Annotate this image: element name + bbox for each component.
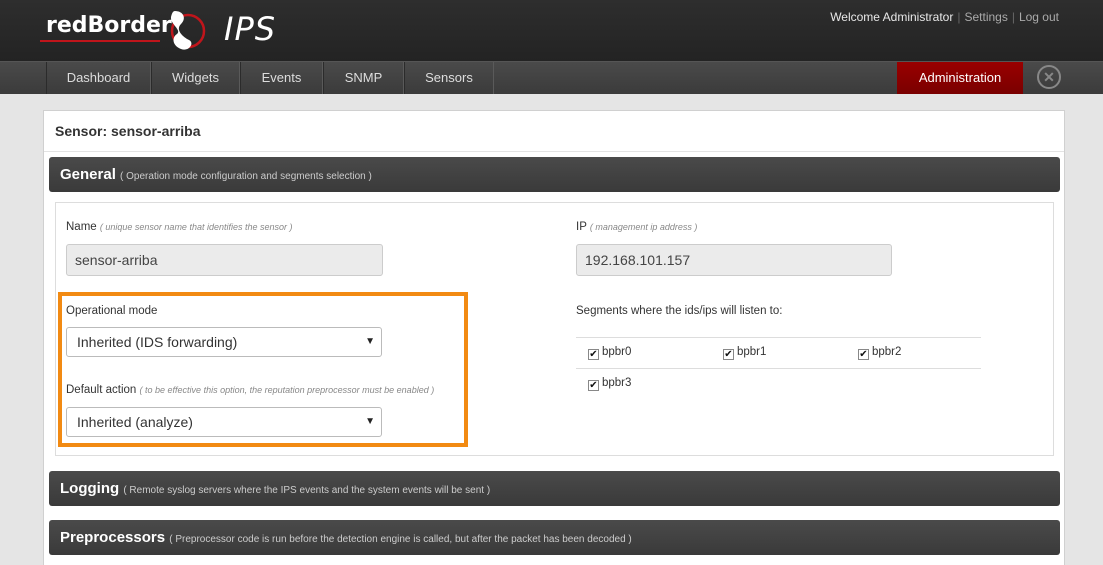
app-header: redBorder IPS Welcome Administrator | Sett… [0,0,1103,61]
ip-label-wrap: IP ( management ip address ) [576,221,697,233]
brand-logo-icon [170,11,206,50]
main-nav: Dashboard Widgets Events SNMP Sensors Ad… [0,61,1103,94]
product-logo-text: IPS [224,10,277,48]
highlight-box [58,292,468,447]
segment-bpbr1[interactable]: ✔ bpbr1 [723,346,766,360]
section-preprocessors-header[interactable]: Preprocessors ( Preprocessor code is run… [49,520,1060,555]
nav-events[interactable]: Events [240,62,323,94]
name-label-wrap: Name ( unique sensor name that identifie… [66,221,293,233]
settings-link[interactable]: Settings [964,10,1007,24]
checkbox-checked-icon[interactable]: ✔ [588,380,599,391]
section-preprocessors-title: Preprocessors [60,529,166,546]
brand-logo-underline [40,40,160,42]
section-logging-title: Logging [60,480,120,497]
section-logging-desc: ( Remote syslog servers where the IPS ev… [123,485,491,496]
section-logging-header[interactable]: Logging ( Remote syslog servers where th… [49,471,1060,506]
brand-logo-text: redBorder [46,13,172,38]
ip-hint: ( management ip address ) [589,222,698,232]
section-preprocessors-desc: ( Preprocessor code is run before the de… [169,534,632,545]
section-general-title: General [60,166,116,183]
nav-sensors[interactable]: Sensors [404,62,494,94]
name-field[interactable]: sensor-arriba [66,244,383,276]
checkbox-checked-icon[interactable]: ✔ [858,349,869,360]
nav-administration[interactable]: Administration [897,62,1023,94]
nav-snmp[interactable]: SNMP [323,62,404,94]
close-icon[interactable]: ✕ [1037,65,1061,89]
segment-bpbr2[interactable]: ✔ bpbr2 [858,346,901,360]
nav-widgets[interactable]: Widgets [151,62,240,94]
segment-bpbr0[interactable]: ✔ bpbr0 [588,346,631,360]
checkbox-checked-icon[interactable]: ✔ [588,349,599,360]
user-links: Welcome Administrator | Settings | Log out [830,10,1059,24]
segments-label: Segments where the ids/ips will listen t… [576,305,783,317]
ip-field[interactable]: 192.168.101.157 [576,244,892,276]
checkbox-checked-icon[interactable]: ✔ [723,349,734,360]
segment-bpbr3[interactable]: ✔ bpbr3 [588,377,631,391]
name-label: Name [66,221,97,233]
name-hint: ( unique sensor name that identifies the… [99,222,293,232]
title-divider [44,151,1064,152]
logout-link[interactable]: Log out [1019,10,1059,24]
page-title: Sensor: sensor-arriba [55,123,201,139]
sensor-panel: Sensor: sensor-arriba General ( Operatio… [43,110,1065,565]
segments-divider-mid [576,368,981,369]
ip-label: IP [576,221,587,233]
welcome-text: Welcome Administrator [830,10,954,24]
section-general-desc: ( Operation mode configuration and segme… [120,171,372,182]
nav-dashboard[interactable]: Dashboard [46,62,151,94]
segments-divider-top [576,337,981,338]
section-general-header[interactable]: General ( Operation mode configuration a… [49,157,1060,192]
